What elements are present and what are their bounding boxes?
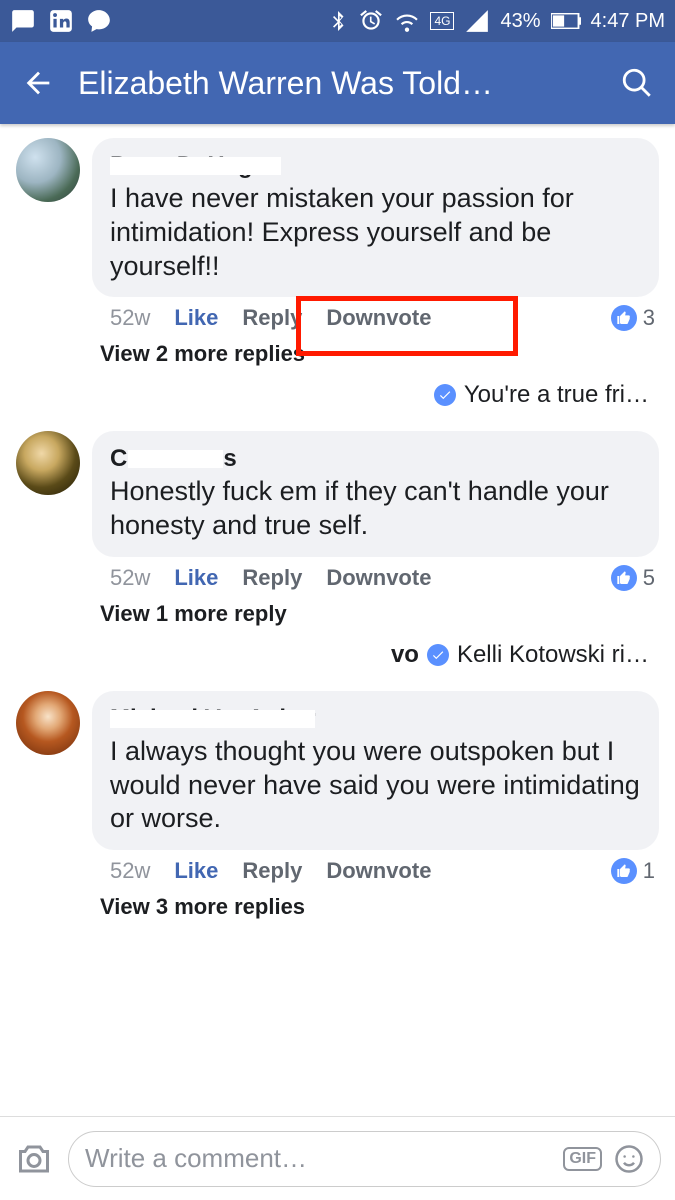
signal-icon (464, 8, 490, 34)
avatar[interactable] (16, 691, 80, 755)
comment-bubble[interactable]: C…………s Honestly fuck em if they can't ha… (92, 431, 659, 557)
page-title: Elizabeth Warren Was Told… (78, 65, 597, 102)
chat-bubble-icon (10, 8, 36, 34)
smiley-icon[interactable] (614, 1144, 644, 1174)
comment-item: Peter D. Hagen I have never mistaken you… (0, 124, 675, 331)
reply-preview-text: You're a true fri… (464, 381, 649, 409)
comment-bubble[interactable]: Michael VanAuker I always thought you we… (92, 691, 659, 850)
like-button[interactable]: Like (174, 565, 218, 591)
reply-preview[interactable]: vo Kelli Kotowski ri… (0, 627, 675, 677)
comment-text: I have never mistaken your passion for i… (110, 182, 641, 283)
linkedin-icon (48, 8, 74, 34)
camera-icon (16, 1141, 52, 1177)
status-bar: 4G 43% 4:47 PM (0, 0, 675, 42)
like-button[interactable]: Like (174, 305, 218, 331)
arrow-left-icon (21, 66, 55, 100)
app-bar: Elizabeth Warren Was Told… (0, 42, 675, 124)
comment-actions: 52w Like Reply Downvote 3 (92, 297, 659, 331)
timestamp: 52w (110, 565, 150, 591)
verified-check-icon (434, 384, 456, 406)
comment-item: Michael VanAuker I always thought you we… (0, 677, 675, 884)
comment-input[interactable]: Write a comment… GIF (68, 1131, 661, 1187)
comment-placeholder: Write a comment… (85, 1143, 307, 1174)
commenter-name[interactable]: C…………s (110, 445, 237, 473)
comment-item: C…………s Honestly fuck em if they can't ha… (0, 417, 675, 591)
timestamp: 52w (110, 858, 150, 884)
back-button[interactable] (18, 63, 58, 103)
wifi-icon (394, 8, 420, 34)
reply-preview-prefix: vo (391, 641, 419, 669)
reply-button[interactable]: Reply (242, 565, 302, 591)
view-more-replies[interactable]: View 3 more replies (0, 884, 675, 920)
alarm-icon (358, 8, 384, 34)
comment-bubble[interactable]: Peter D. Hagen I have never mistaken you… (92, 138, 659, 297)
timestamp: 52w (110, 305, 150, 331)
reaction-count[interactable]: 1 (611, 858, 655, 884)
comment-text: I always thought you were outspoken but … (110, 735, 641, 836)
view-more-replies[interactable]: View 2 more replies (0, 331, 675, 367)
reply-button[interactable]: Reply (242, 858, 302, 884)
compose-bar: Write a comment… GIF (0, 1116, 675, 1200)
battery-pct: 43% (500, 10, 540, 33)
search-icon (620, 66, 654, 100)
like-icon (611, 858, 637, 884)
camera-button[interactable] (14, 1139, 54, 1179)
clock: 4:47 PM (591, 10, 665, 33)
avatar[interactable] (16, 431, 80, 495)
reply-preview[interactable]: You're a true fri… (0, 367, 675, 417)
network-4g-label: 4G (430, 12, 454, 30)
gif-button[interactable]: GIF (563, 1147, 602, 1171)
verified-check-icon (427, 644, 449, 666)
like-icon (611, 565, 637, 591)
commenter-name[interactable]: Michael VanAuker (110, 705, 315, 733)
downvote-button[interactable]: Downvote (326, 565, 431, 591)
comment-text: Honestly fuck em if they can't handle yo… (110, 475, 641, 543)
like-icon (611, 305, 637, 331)
downvote-button[interactable]: Downvote (326, 305, 431, 331)
reply-preview-text: Kelli Kotowski ri… (457, 641, 649, 669)
comment-actions: 52w Like Reply Downvote 1 (92, 850, 659, 884)
speech-icon (86, 8, 112, 34)
like-button[interactable]: Like (174, 858, 218, 884)
status-right: 4G 43% 4:47 PM (328, 8, 665, 34)
commenter-name[interactable]: Peter D. Hagen (110, 152, 281, 180)
bluetooth-icon (328, 8, 348, 34)
view-more-replies[interactable]: View 1 more reply (0, 591, 675, 627)
comment-actions: 52w Like Reply Downvote 5 (92, 557, 659, 591)
status-left (10, 8, 112, 34)
avatar[interactable] (16, 138, 80, 202)
reaction-count[interactable]: 3 (611, 305, 655, 331)
reply-button[interactable]: Reply (242, 305, 302, 331)
downvote-button[interactable]: Downvote (326, 858, 431, 884)
reaction-count[interactable]: 5 (611, 565, 655, 591)
search-button[interactable] (617, 63, 657, 103)
battery-icon (551, 13, 581, 29)
comments-feed: Peter D. Hagen I have never mistaken you… (0, 124, 675, 1200)
